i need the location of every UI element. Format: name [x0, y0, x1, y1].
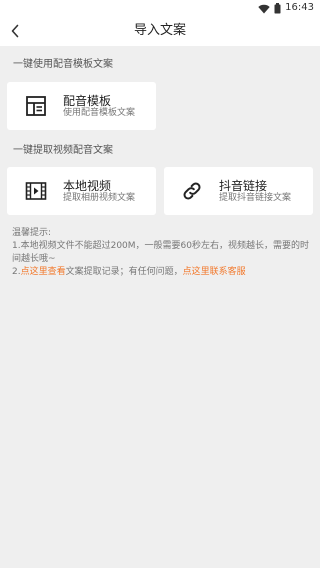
app-bar: 导入文案 [0, 16, 320, 46]
contact-support-link[interactable]: 点这里联系客服 [183, 267, 246, 277]
section-label-video-extract: 一键提取视频配音文案 [13, 145, 113, 156]
local-video-card[interactable]: 本地视频 提取相册视频文案 [7, 167, 156, 215]
chevron-left-icon [11, 24, 19, 38]
film-icon [24, 179, 48, 203]
card-subtitle: 提取抖音链接文案 [219, 193, 292, 203]
tips-line-2-prefix: 2. [12, 267, 21, 277]
tips-line-2: 2.点这里查看文案提取记录；有任何问题，点这里联系客服 [12, 266, 312, 279]
tips-line-1: 1.本地视频文件不能超过200M，一般需要60秒左右，视频越长，需要的时间越长哦… [12, 241, 309, 264]
back-button[interactable] [6, 20, 24, 42]
status-icons: 16:43 [258, 2, 314, 14]
battery-icon [274, 0, 281, 18]
section-label-dubbing-template: 一键使用配音模板文案 [13, 59, 113, 70]
status-time: 16:43 [285, 2, 314, 13]
tips-block: 温馨提示: 1.本地视频文件不能超过200M，一般需要60秒左右，视频越长，需要… [12, 227, 312, 279]
wifi-icon [258, 0, 270, 18]
dubbing-template-card[interactable]: 配音模板 使用配音模板文案 [7, 82, 156, 130]
card-subtitle: 提取相册视频文案 [63, 193, 136, 203]
status-bar: 16:43 [0, 0, 320, 16]
card-title: 本地视频 [63, 179, 112, 193]
view-records-link[interactable]: 点这里查看 [21, 267, 66, 277]
tips-line-2-middle: 文案提取记录；有任何问题， [65, 267, 183, 277]
card-title: 抖音链接 [219, 179, 268, 193]
template-layout-icon [24, 94, 48, 118]
tips-heading: 温馨提示: [12, 228, 52, 238]
page-title: 导入文案 [133, 23, 186, 38]
douyin-link-card[interactable]: 抖音链接 提取抖音链接文案 [164, 167, 313, 215]
card-title: 配音模板 [63, 94, 112, 108]
card-subtitle: 使用配音模板文案 [63, 108, 136, 118]
link-icon [180, 179, 204, 203]
